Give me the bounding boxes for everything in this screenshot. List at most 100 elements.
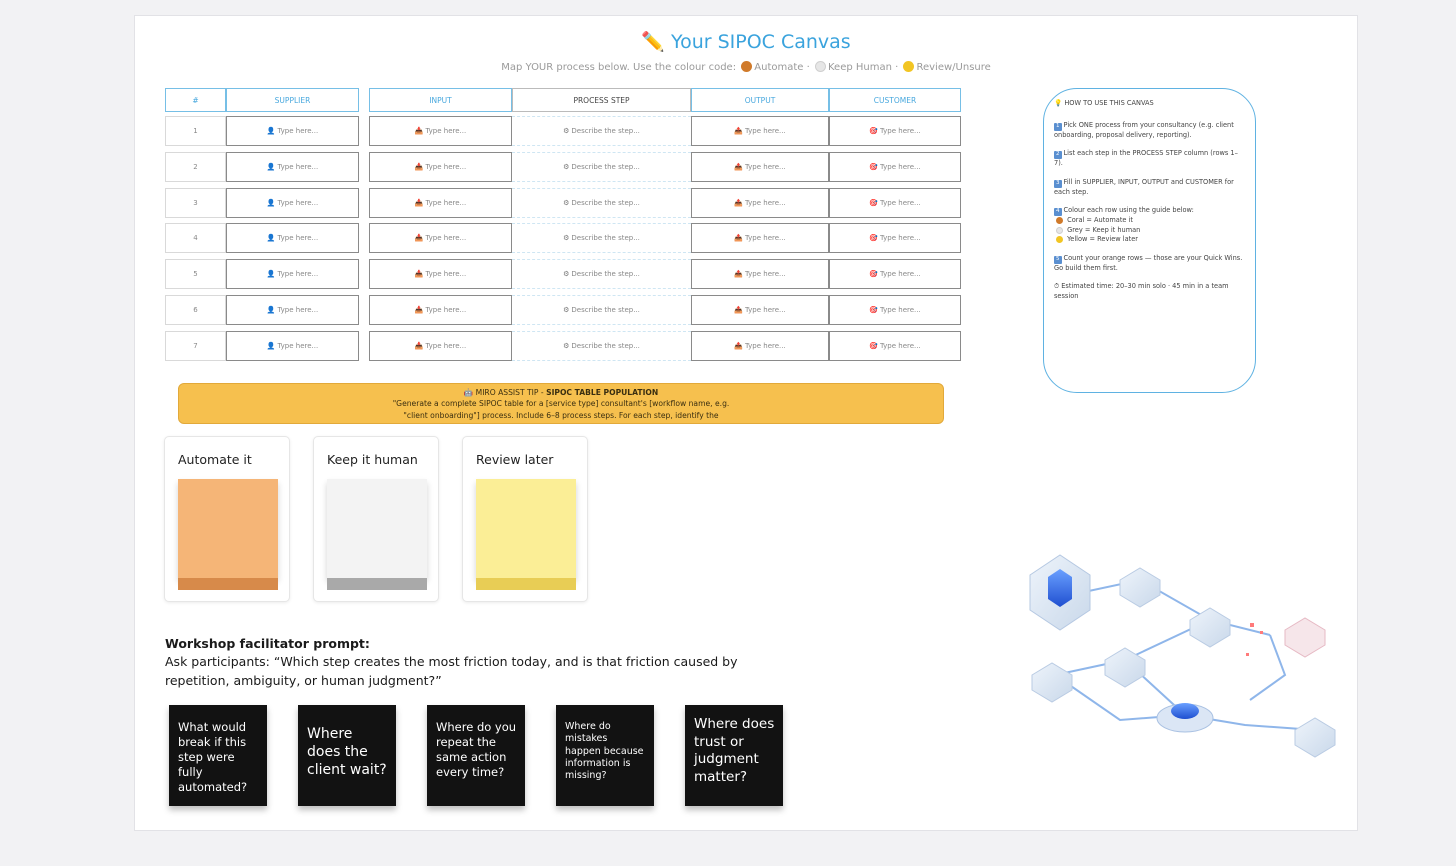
how-to-yellow: Yellow = Review later: [1067, 235, 1138, 244]
main-node-icon: [1029, 554, 1091, 631]
supplier-input[interactable]: 👤 Type here...: [226, 331, 359, 361]
orange-dot-icon: [741, 61, 753, 72]
outbox-icon: 📤: [734, 163, 743, 171]
customer-input[interactable]: 🎯 Type here...: [829, 331, 961, 361]
tip-prefix: MIRO ASSIST TIP -: [475, 388, 544, 397]
output-input[interactable]: 📤 Type here...: [691, 223, 829, 253]
page-title: ✏️ Your SIPOC Canvas: [134, 30, 1358, 53]
legend-card-human[interactable]: Keep it human: [313, 436, 439, 602]
customer-input[interactable]: 🎯 Type here...: [829, 116, 961, 146]
outbox-icon: 📤: [734, 342, 743, 350]
question-note[interactable]: What would break if this step were fully…: [169, 705, 267, 806]
output-input[interactable]: 📤 Type here...: [691, 259, 829, 289]
gear-icon: ⚙: [563, 127, 570, 135]
miro-assist-tip[interactable]: 🤖 MIRO ASSIST TIP - SIPOC TABLE POPULATI…: [178, 383, 944, 424]
customer-input[interactable]: 🎯 Type here...: [829, 223, 961, 253]
input-field[interactable]: 📥 Type here...: [369, 295, 512, 325]
legend-card-automate[interactable]: Automate it: [164, 436, 290, 602]
input-field[interactable]: 📥 Type here...: [369, 188, 512, 218]
grey-dot-icon: [1056, 226, 1063, 234]
process-step-input[interactable]: ⚙ Describe the step...: [512, 188, 691, 218]
output-input[interactable]: 📤 Type here...: [691, 295, 829, 325]
number-1-icon: 1: [1054, 122, 1062, 131]
network-illustration: [1029, 554, 1336, 758]
process-step-input[interactable]: ⚙ Describe the step...: [512, 116, 691, 146]
question-note[interactable]: Where does trust or judgment matter?: [685, 705, 783, 806]
gear-icon: ⚙: [563, 306, 570, 314]
outbox-icon: 📤: [734, 199, 743, 207]
supplier-input[interactable]: 👤 Type here...: [226, 116, 359, 146]
cell-placeholder: Type here...: [277, 234, 319, 242]
cell-placeholder: Type here...: [277, 163, 319, 171]
robot-icon: 🤖: [463, 388, 474, 397]
sticky-base: [327, 578, 427, 590]
cell-placeholder: Type here...: [277, 199, 319, 207]
cell-placeholder: Describe the step...: [571, 342, 640, 350]
outbox-icon: 📤: [734, 306, 743, 314]
process-step-input[interactable]: ⚙ Describe the step...: [512, 259, 691, 289]
customer-input[interactable]: 🎯 Type here...: [829, 152, 961, 182]
how-to-coral: Coral = Automate it: [1067, 216, 1133, 225]
customer-input[interactable]: 🎯 Type here...: [829, 188, 961, 218]
number-2-icon: 2: [1054, 151, 1062, 160]
page-subtitle: Map YOUR process below. Use the colour c…: [134, 61, 1358, 73]
row-number: 1: [165, 116, 226, 146]
inbox-icon: 📥: [414, 342, 424, 350]
input-field[interactable]: 📥 Type here...: [369, 223, 512, 253]
coral-dot-icon: [1056, 217, 1063, 225]
input-field[interactable]: 📥 Type here...: [369, 152, 512, 182]
how-to-step-4: Colour each row using the guide below:: [1063, 206, 1194, 215]
how-to-grey: Grey = Keep it human: [1067, 225, 1141, 234]
supplier-input[interactable]: 👤 Type here...: [226, 223, 359, 253]
process-step-input[interactable]: ⚙ Describe the step...: [512, 295, 691, 325]
supplier-input[interactable]: 👤 Type here...: [226, 259, 359, 289]
customer-input[interactable]: 🎯 Type here...: [829, 259, 961, 289]
cell-placeholder: Type here...: [744, 234, 786, 242]
process-step-input[interactable]: ⚙ Describe the step...: [512, 331, 691, 361]
row-number: 6: [165, 295, 226, 325]
output-input[interactable]: 📤 Type here...: [691, 152, 829, 182]
input-field[interactable]: 📥 Type here...: [369, 259, 512, 289]
question-note[interactable]: Where do you repeat the same action ever…: [427, 705, 525, 806]
sticky-note-automate[interactable]: [178, 479, 278, 590]
supplier-input[interactable]: 👤 Type here...: [226, 295, 359, 325]
output-input[interactable]: 📤 Type here...: [691, 188, 829, 218]
cell-placeholder: Type here...: [425, 306, 467, 314]
header-input: INPUT: [369, 88, 512, 112]
cell-placeholder: Type here...: [744, 199, 786, 207]
output-input[interactable]: 📤 Type here...: [691, 331, 829, 361]
supplier-input[interactable]: 👤 Type here...: [226, 188, 359, 218]
input-field[interactable]: 📥 Type here...: [369, 331, 512, 361]
process-step-input[interactable]: ⚙ Describe the step...: [512, 152, 691, 182]
input-field[interactable]: 📥 Type here...: [369, 116, 512, 146]
person-icon: 👤: [266, 127, 276, 135]
gear-icon: ⚙: [563, 342, 570, 350]
sticky-face: [327, 479, 427, 578]
number-5-icon: 5: [1054, 255, 1062, 264]
cell-placeholder: Describe the step...: [571, 306, 640, 314]
question-note[interactable]: Where do mistakes happen because informa…: [556, 705, 654, 806]
customer-input[interactable]: 🎯 Type here...: [829, 295, 961, 325]
sticky-note-review[interactable]: [476, 479, 576, 590]
cell-placeholder: Type here...: [744, 163, 786, 171]
legend-human: Keep Human ·: [827, 62, 899, 73]
supplier-input[interactable]: 👤 Type here...: [226, 152, 359, 182]
cell-placeholder: Describe the step...: [571, 127, 640, 135]
legend-card-title: Keep it human: [327, 452, 418, 467]
cell-placeholder: Type here...: [879, 342, 921, 350]
cell-placeholder: Type here...: [277, 342, 319, 350]
process-step-input[interactable]: ⚙ Describe the step...: [512, 223, 691, 253]
target-icon: 🎯: [869, 306, 878, 314]
cell-placeholder: Type here...: [744, 306, 786, 314]
cell-placeholder: Type here...: [744, 270, 786, 278]
question-note[interactable]: Where does the client wait?: [298, 705, 396, 806]
outbox-icon: 📤: [734, 270, 743, 278]
header-number: #: [165, 88, 226, 112]
inbox-icon: 📥: [414, 270, 424, 278]
legend-card-review[interactable]: Review later: [462, 436, 588, 602]
sticky-note-human[interactable]: [327, 479, 427, 590]
target-icon: 🎯: [869, 342, 878, 350]
output-input[interactable]: 📤 Type here...: [691, 116, 829, 146]
how-to-step-1: Pick ONE process from your consultancy (…: [1054, 120, 1234, 139]
person-icon: 👤: [266, 306, 276, 314]
